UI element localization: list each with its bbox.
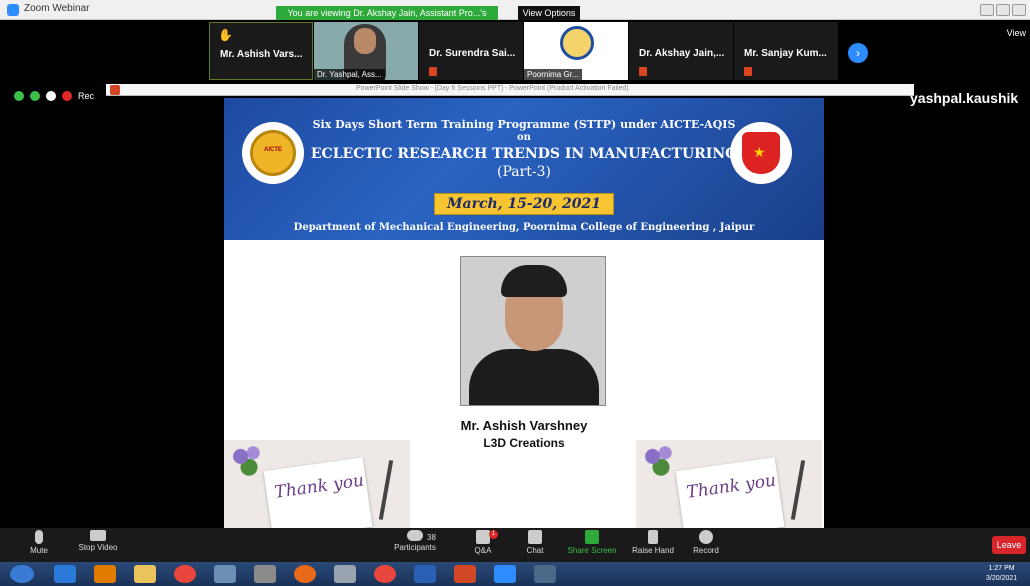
status-indicators: Rec [14,91,94,101]
raised-hand-icon: ✋ [218,28,233,42]
programme-topic: ECLECTIC RESEARCH TRENDS IN MANUFACTURIN… [310,146,738,162]
sharer-username: yashpal.kaushik [910,90,1019,106]
minimize-button[interactable] [980,4,994,16]
window-controls [980,4,1026,16]
record-icon [699,530,713,544]
powerpoint-icon[interactable] [454,565,476,583]
slide-header: AICTE ★ Six Days Short Term Training Pro… [224,98,824,240]
clock-time: 1:27 PM [988,565,1015,572]
speaker-photo [460,256,606,406]
zoom-icon[interactable] [494,565,516,583]
recording-label: Rec [78,91,95,101]
zoom-app-icon [7,4,19,16]
view-options-button[interactable]: View Options ⌄ [518,6,580,33]
speaker-hair [501,265,567,297]
programme-date: March, 15-20, 2021 [434,193,614,215]
raise-hand-button[interactable]: Raise Hand [632,530,674,555]
chrome-icon[interactable] [374,565,396,583]
media-player-icon[interactable] [94,565,116,583]
thank-you-text: Thank you [685,470,778,503]
view-toggle[interactable]: View [1007,28,1026,38]
participant-name: Mr. Sanjay Kum... [744,48,827,59]
app-icon[interactable] [254,565,276,583]
calculator-icon[interactable] [334,565,356,583]
chrome-icon[interactable] [174,565,196,583]
video-camera-icon [90,530,106,541]
microphone-icon [35,530,43,544]
viewing-screen-banner: You are viewing Dr. Akshay Jain, Assista… [276,6,498,33]
participant-name: Mr. Ashish Vars... [220,49,303,60]
programme-part: (Part-3) [496,164,552,180]
next-page-arrow-icon[interactable]: › [848,43,868,63]
word-icon[interactable] [414,565,436,583]
chat-button[interactable]: Chat [524,530,546,555]
participant-name: Poornima Gr... [524,69,582,80]
clock-date: 3/20/2021 [986,575,1018,582]
pen-decoration [378,460,394,520]
poornima-logo [560,26,594,60]
participant-name: Dr. Akshay Jain,... [639,48,725,59]
stop-video-button[interactable]: Stop Video [76,530,120,552]
qa-icon [476,530,490,544]
powerpoint-window-title: PowerPoint Slide Show - [Day 6 Sessions … [356,85,629,92]
share-screen-icon [585,530,599,544]
close-button[interactable] [1012,4,1026,16]
participant-tile[interactable]: Mr. Sanjay Kum... [734,22,838,80]
start-button-icon[interactable] [10,565,34,583]
firefox-icon[interactable] [294,565,316,583]
thank-you-text: Thank you [273,470,366,503]
participant-tile[interactable]: ✋ Mr. Ashish Vars... [209,22,313,80]
participant-tile[interactable]: Dr. Surendra Sai... [419,22,523,80]
thank-you-image-right: Thank you [636,440,822,528]
muted-mic-icon [429,67,437,76]
muted-mic-icon [744,67,752,76]
programme-department: Department of Mechanical Engineering, Po… [293,222,755,233]
participant-face [354,28,376,54]
participant-logo-tile[interactable]: Poornima Gr... [524,22,628,80]
powerpoint-icon [110,85,120,95]
recording-icon[interactable] [62,91,72,101]
participant-strip: ✋ Mr. Ashish Vars... Dr. Yashpal, Ass...… [0,20,1030,82]
qa-notification-badge: 1 [489,530,498,539]
thank-you-image-left: Thank you [224,440,410,528]
windows-taskbar: 1:27 PM 3/20/2021 [0,562,1030,586]
participant-count: 38 [427,533,436,542]
chat-icon [528,530,542,544]
file-explorer-icon[interactable] [134,565,156,583]
participant-tile[interactable]: Dr. Akshay Jain,... [629,22,733,80]
record-button[interactable]: Record [692,530,720,555]
title-bar: Zoom Webinar [0,0,1030,20]
meeting-toolbar: Mute Stop Video Participants 38 Q&A 1 Ch… [0,528,1030,562]
pen-decoration [790,460,806,520]
programme-on: on [517,132,531,143]
internet-explorer-icon[interactable] [54,565,76,583]
participant-video-tile[interactable]: Dr. Yashpal, Ass... [314,22,418,80]
mute-button[interactable]: Mute [26,530,52,555]
app-icon[interactable] [534,565,556,583]
muted-mic-icon [639,67,647,76]
powerpoint-titlebar: PowerPoint Slide Show - [Day 6 Sessions … [106,84,914,96]
speaker-body [469,349,599,405]
encryption-shield-icon[interactable] [14,91,24,101]
speaker-name: Mr. Ashish Varshney [460,418,588,433]
maximize-button[interactable] [996,4,1010,16]
mic-indicator-icon [46,91,56,101]
programme-title: Six Days Short Term Training Programme (… [312,118,736,131]
participant-name: Dr. Yashpal, Ass... [314,69,385,80]
tray-clock[interactable]: 1:27 PM 3/20/2021 [986,564,1017,584]
shared-slide: AICTE ★ Six Days Short Term Training Pro… [224,98,824,528]
leave-button[interactable]: Leave [992,536,1026,554]
window-title: Zoom Webinar [24,3,90,14]
zoom-webinar-window: Zoom Webinar You are viewing Dr. Akshay … [0,0,1030,586]
participant-name: Dr. Surendra Sai... [429,48,516,59]
share-screen-button[interactable]: Share Screen [567,530,617,555]
raise-hand-icon [648,530,658,544]
participants-icon [407,530,423,541]
app-icon[interactable] [214,565,236,583]
connection-icon[interactable] [30,91,40,101]
